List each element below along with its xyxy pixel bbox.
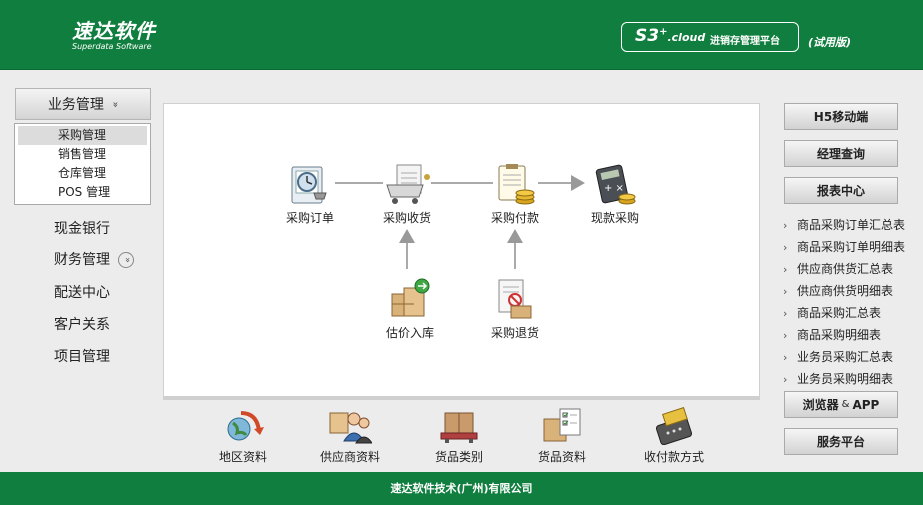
- business-submenu: 采购管理 销售管理 仓库管理 POS 管理: [14, 123, 151, 205]
- purchase-payment-icon: [498, 164, 535, 205]
- purchase-order-icon: [291, 166, 327, 204]
- report-list: › 商品采购订单汇总表 › 商品采购订单明细表 › 供应商供货汇总表 › 供应商供货明细…: [783, 214, 923, 390]
- flow-purchase-receive[interactable]: 采购收货: [372, 163, 442, 226]
- app-header: 速达软件 Superdata Software S3+.cloud 进销存管理平…: [0, 0, 923, 70]
- purchase-payment-label: 采购付款: [490, 211, 539, 225]
- report-item[interactable]: › 商品采购订单汇总表: [783, 214, 923, 236]
- nav-cash-bank[interactable]: 现金银行: [54, 218, 110, 238]
- chevron-right-icon: ›: [783, 373, 788, 386]
- product-badge: S3+.cloud 进销存管理平台: [621, 22, 799, 52]
- chevron-down-icon: »: [118, 252, 135, 268]
- chevron-right-icon: ›: [783, 285, 788, 298]
- submenu-item-pos[interactable]: POS 管理: [15, 183, 150, 202]
- nav-finance[interactable]: 财务管理 »: [54, 249, 135, 269]
- basic-payment-methods-label: 收付款方式: [643, 450, 704, 464]
- flow-arrows: [335, 175, 585, 269]
- basic-goods-category[interactable]: 货品类别: [414, 407, 504, 465]
- report-item[interactable]: › 业务员采购明细表: [783, 368, 923, 390]
- goods-category-icon: [440, 412, 478, 443]
- chevron-down-icon: »: [109, 100, 121, 108]
- report-item[interactable]: › 商品采购明细表: [783, 324, 923, 346]
- basic-goods-category-label: 货品类别: [434, 450, 483, 464]
- flow-purchase-payment[interactable]: 采购付款: [480, 163, 550, 226]
- report-item[interactable]: › 商品采购订单明细表: [783, 236, 923, 258]
- chevron-right-icon: ›: [783, 329, 788, 342]
- submenu-item-warehouse[interactable]: 仓库管理: [15, 164, 150, 183]
- platform-label: 进销存管理平台: [710, 36, 780, 47]
- flow-cash-purchase[interactable]: + × 现款采购: [580, 163, 650, 226]
- supplier-people-icon: [329, 412, 372, 444]
- chevron-right-icon: ›: [783, 241, 788, 254]
- logo-text: 速达软件: [72, 19, 156, 43]
- basic-region-data[interactable]: 地区资料: [198, 407, 288, 465]
- basic-goods-data[interactable]: 货品资料: [517, 407, 607, 465]
- cash-purchase-label: 现款采购: [590, 211, 639, 225]
- chevron-right-icon: ›: [783, 263, 788, 276]
- card-terminal-icon: [655, 407, 693, 445]
- valuation-inbound-icon: [391, 278, 430, 317]
- trial-label: (试用版): [808, 36, 852, 49]
- flow-valuation-inbound[interactable]: 估价入库: [375, 278, 445, 341]
- service-platform-button[interactable]: 服务平台: [784, 428, 898, 455]
- globe-arrow-icon: [227, 411, 264, 441]
- browser-app-button[interactable]: 浏览器 & APP: [784, 391, 898, 418]
- logo-subtext: Superdata Software: [72, 42, 152, 51]
- nav-project-management[interactable]: 项目管理: [54, 346, 110, 366]
- report-item[interactable]: › 业务员采购汇总表: [783, 346, 923, 368]
- basic-payment-methods[interactable]: 收付款方式: [629, 407, 719, 465]
- svg-text:+ ×: + ×: [604, 183, 624, 194]
- valuation-inbound-label: 估价入库: [385, 326, 434, 340]
- h5-mobile-button[interactable]: H5移动端: [784, 103, 898, 130]
- superdata-logo: 速达软件 Superdata Software: [72, 20, 156, 51]
- purchase-return-icon: [498, 279, 532, 319]
- browser-label: 浏览器: [802, 398, 839, 412]
- report-item[interactable]: › 供应商供货明细表: [783, 280, 923, 302]
- nav-finance-label: 财务管理: [54, 252, 110, 268]
- report-item[interactable]: › 供应商供货汇总表: [783, 258, 923, 280]
- flow-purchase-return[interactable]: 采购退货: [480, 278, 550, 341]
- flow-purchase-order[interactable]: 采购订单: [275, 163, 345, 226]
- basic-region-label: 地区资料: [218, 450, 267, 464]
- purchase-receive-label: 采购收货: [382, 211, 431, 225]
- submenu-item-purchase[interactable]: 采购管理: [18, 126, 147, 145]
- nav-business-management[interactable]: 业务管理 »: [15, 88, 151, 120]
- calculator-icon: + ×: [595, 164, 636, 205]
- purchase-receive-icon: [386, 164, 430, 204]
- chevron-right-icon: ›: [783, 307, 788, 320]
- basic-goods-data-label: 货品资料: [537, 450, 586, 464]
- basic-supplier-data[interactable]: 供应商资料: [305, 407, 395, 465]
- app-label: APP: [852, 397, 880, 412]
- nav-business-label: 业务管理: [47, 97, 104, 113]
- basic-supplier-label: 供应商资料: [319, 450, 380, 464]
- chevron-right-icon: ›: [783, 351, 788, 364]
- purchase-return-label: 采购退货: [490, 326, 539, 340]
- nav-delivery-center[interactable]: 配送中心: [54, 282, 110, 302]
- amp-label: &: [841, 399, 850, 410]
- submenu-item-sales[interactable]: 销售管理: [15, 145, 150, 164]
- purchase-order-label: 采购订单: [285, 211, 334, 225]
- goods-data-icon: [543, 408, 581, 442]
- report-item[interactable]: › 商品采购汇总表: [783, 302, 923, 324]
- product-name: S3+.cloud: [635, 26, 706, 46]
- chevron-right-icon: ›: [783, 219, 788, 232]
- company-footer: 速达软件技术(广州)有限公司: [0, 472, 923, 505]
- nav-customer-relations[interactable]: 客户关系: [54, 314, 110, 334]
- report-center-button[interactable]: 报表中心: [784, 177, 898, 204]
- manager-query-button[interactable]: 经理查询: [784, 140, 898, 167]
